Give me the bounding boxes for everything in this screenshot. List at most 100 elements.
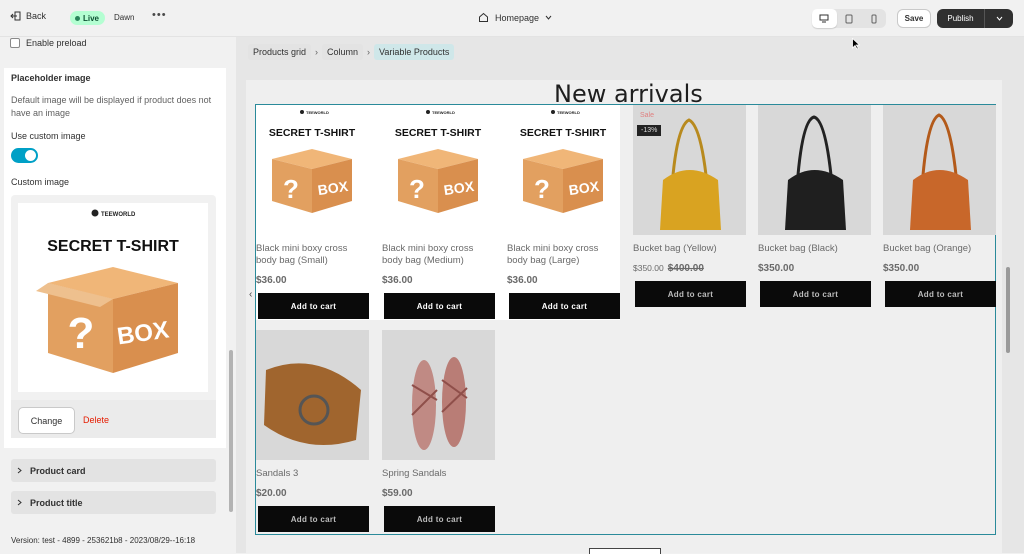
product-card[interactable]: Bucket bag (Black) $350.00 Add to cart (758, 105, 871, 320)
mobile-icon (871, 14, 877, 23)
product-card[interactable]: Sandals 3 $20.00 Add to cart (256, 330, 369, 545)
tablet-view-button[interactable] (837, 9, 862, 28)
add-to-cart-button[interactable]: Add to cart (760, 281, 871, 307)
add-to-cart-button[interactable]: Add to cart (885, 281, 996, 307)
product-price: $59.00 (382, 488, 413, 499)
svg-text:SECRET T-SHIRT: SECRET T-SHIRT (269, 127, 356, 139)
product-image[interactable] (758, 105, 871, 235)
custom-image-label: Custom image (11, 177, 70, 187)
svg-text:?: ? (68, 309, 95, 358)
page-selector[interactable]: Homepage (478, 12, 552, 23)
custom-image-preview: TEEWORLD SECRET T-SHIRT ? BOX (18, 203, 208, 392)
product-card[interactable]: Sale -13% Bucket bag (Yellow) $350.00 $400.0… (633, 105, 746, 320)
publish-button-group: Publish (937, 9, 1013, 28)
image-headline: SECRET T-SHIRT (47, 238, 179, 255)
product-image[interactable]: TEEWORLD SECRET T-SHIRT? BOX (507, 105, 620, 235)
image-actions: Change Delete (11, 400, 216, 438)
theme-name: Dawn (114, 13, 135, 22)
product-name[interactable]: Black mini boxy cross body bag (Small) (256, 243, 369, 267)
price-value: $350.00 (758, 263, 795, 274)
use-custom-image-toggle[interactable] (11, 148, 38, 163)
product-price: $350.00 (758, 263, 794, 274)
chevron-right-icon: › (367, 47, 371, 57)
placeholder-image: TEEWORLDSECRET T-SHIRT? BOX (256, 105, 369, 235)
product-image[interactable] (382, 330, 495, 460)
chevron-left-icon[interactable]: ‹ (249, 289, 252, 300)
delete-image-button[interactable]: Delete (83, 415, 109, 425)
product-price: $350.00 $400.00 (633, 263, 704, 274)
product-name[interactable]: Bucket bag (Yellow) (633, 243, 746, 255)
price-value: $20.00 (256, 488, 287, 499)
product-image[interactable]: TEEWORLD SECRET T-SHIRT? BOX (256, 105, 369, 235)
product-name[interactable]: Bucket bag (Black) (758, 243, 871, 255)
product-card[interactable]: Spring Sandals $59.00 Add to cart (382, 330, 495, 545)
home-icon (479, 12, 488, 22)
product-name[interactable]: Black mini boxy cross body bag (Medium) (382, 243, 495, 267)
change-image-button[interactable]: Change (18, 407, 75, 434)
checkbox-icon (10, 38, 20, 48)
product-card[interactable]: Bucket bag (Orange) $350.00 Add to cart (883, 105, 996, 320)
placeholder-image: TEEWORLDSECRET T-SHIRT? BOX (382, 105, 495, 235)
custom-image-picker: TEEWORLD SECRET T-SHIRT ? BOX Change Del… (11, 195, 216, 438)
product-image[interactable] (883, 105, 996, 235)
add-to-cart-button[interactable]: Add to cart (258, 506, 369, 532)
chevron-right-icon: › (315, 47, 319, 57)
chevron-right-icon (17, 499, 22, 506)
publish-options-button[interactable] (985, 9, 1013, 28)
more-actions-button[interactable]: ••• (152, 9, 167, 21)
version-footer: Version: test - 4899 - 253621b8 - 2023/0… (0, 531, 240, 553)
price-value: $350.00 (883, 263, 920, 274)
product-price: $36.00 (507, 275, 538, 286)
chevron-down-icon (996, 16, 1002, 21)
breadcrumb-item[interactable]: Column (322, 44, 364, 60)
product-name[interactable]: Spring Sandals (382, 468, 495, 480)
product-price: $36.00 (256, 275, 287, 286)
accordion-label: Product title (30, 497, 83, 508)
enable-preload-label: Enable preload (26, 38, 87, 48)
publish-button[interactable]: Publish (937, 9, 985, 28)
brand-logo-text: TEEWORLD (101, 212, 136, 218)
mobile-view-button[interactable] (861, 9, 886, 28)
save-button[interactable]: Save (897, 9, 931, 28)
price-value: $350.00 (633, 263, 664, 273)
live-badge: Live (70, 11, 106, 25)
bottom-handle[interactable] (589, 548, 661, 554)
status-dot-icon (75, 15, 80, 21)
product-card[interactable]: TEEWORLD SECRET T-SHIRT? BOX Black mini box… (382, 105, 495, 320)
add-to-cart-button[interactable]: Add to cart (258, 293, 369, 319)
sidebar-scrollbar[interactable] (229, 350, 233, 512)
desktop-view-button[interactable] (812, 9, 837, 28)
product-name[interactable]: Bucket bag (Orange) (883, 243, 996, 255)
discount-badge: -13% (637, 125, 662, 136)
panel-description: Default image will be displayed if produ… (11, 95, 212, 118)
product-card[interactable]: TEEWORLD SECRET T-SHIRT? BOX Black mini box… (507, 105, 620, 320)
add-to-cart-button[interactable]: Add to cart (635, 281, 746, 307)
add-to-cart-button[interactable]: Add to cart (384, 506, 495, 532)
back-button[interactable]: Back (10, 11, 46, 21)
svg-text:TEEWORLD: TEEWORLD (432, 110, 455, 115)
svg-text:?: ? (409, 174, 425, 204)
accordion-product-card[interactable]: Product card (11, 459, 216, 482)
add-to-cart-button[interactable]: Add to cart (509, 293, 620, 319)
placeholder-image-panel: Placeholder image Default image will be … (4, 68, 226, 448)
product-card[interactable]: TEEWORLD SECRET T-SHIRT? BOX Black mini box… (256, 105, 369, 320)
exit-icon (10, 11, 21, 21)
svg-text:SECRET T-SHIRT: SECRET T-SHIRT (520, 127, 607, 139)
placeholder-image: TEEWORLDSECRET T-SHIRT? BOX (507, 105, 620, 235)
secret-box-image: TEEWORLD SECRET T-SHIRT ? BOX (36, 209, 179, 373)
product-name[interactable]: Sandals 3 (256, 468, 369, 480)
add-to-cart-button[interactable]: Add to cart (384, 293, 495, 319)
breadcrumb-item-active[interactable]: Variable Products (374, 44, 455, 60)
accordion-product-title[interactable]: Product title (11, 491, 216, 514)
enable-preload-checkbox[interactable]: Enable preload (10, 38, 87, 48)
product-price: $36.00 (382, 275, 413, 286)
product-image[interactable] (256, 330, 369, 460)
product-name[interactable]: Black mini boxy cross body bag (Large) (507, 243, 620, 267)
compare-price: $400.00 (667, 263, 704, 274)
product-image[interactable]: TEEWORLD SECRET T-SHIRT? BOX (382, 105, 495, 235)
price-value: $36.00 (382, 275, 413, 286)
top-bar: Back Live Dawn ••• Homepage Save Publish (0, 0, 1024, 37)
breadcrumb-item[interactable]: Products grid (248, 44, 312, 60)
preview-scrollbar[interactable] (1006, 267, 1010, 353)
settings-sidebar: Enable preload Placeholder image Default… (0, 37, 236, 531)
